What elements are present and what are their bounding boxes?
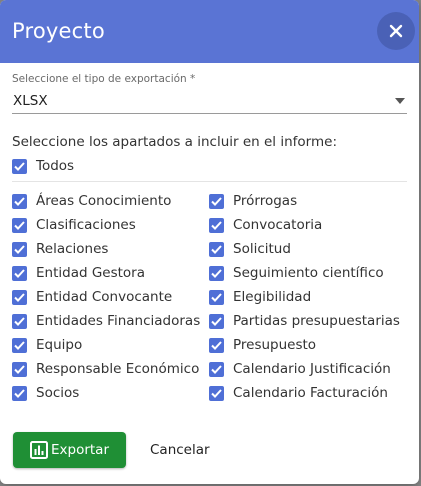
checkbox-label: Responsable Económico — [36, 361, 200, 377]
sections-column-left: Áreas Conocimiento Clasificaciones Relacio… — [12, 189, 209, 405]
dialog-footer: Exportar Cancelar — [13, 432, 210, 468]
checkbox-section[interactable]: Calendario Facturación — [209, 381, 400, 405]
checkbox-label: Seguimiento científico — [233, 265, 384, 281]
checkbox-section[interactable]: Responsable Económico — [12, 357, 209, 381]
checkbox-label: Convocatoria — [233, 217, 323, 233]
checkbox-checked-icon — [209, 361, 224, 377]
checkbox-label: Elegibilidad — [233, 289, 312, 305]
checkbox-label: Presupuesto — [233, 337, 317, 353]
checkbox-checked-icon — [12, 337, 27, 353]
checkbox-section[interactable]: Seguimiento científico — [209, 261, 400, 285]
checkbox-checked-icon — [12, 361, 27, 377]
checkbox-section[interactable]: Relaciones — [12, 237, 209, 261]
checkbox-section[interactable]: Entidad Gestora — [12, 261, 209, 285]
checkbox-section[interactable]: Partidas presupuestarias — [209, 309, 400, 333]
checkbox-section[interactable]: Áreas Conocimiento — [12, 189, 209, 213]
export-button-label: Exportar — [50, 442, 109, 458]
checkbox-checked-icon — [209, 337, 224, 353]
checkbox-section[interactable]: Clasificaciones — [12, 213, 209, 237]
checkbox-label: Calendario Facturación — [233, 385, 388, 401]
chart-icon — [29, 441, 48, 459]
checkbox-label: Entidad Convocante — [36, 289, 173, 305]
checkbox-checked-icon — [209, 313, 224, 329]
checkbox-section[interactable]: Calendario Justificación — [209, 357, 400, 381]
sections-column-right: Prórrogas Convocatoria Solicitud Seguimient… — [209, 189, 400, 405]
checkbox-todos[interactable]: Todos — [12, 154, 407, 178]
checkbox-label: Todos — [36, 158, 75, 174]
cancel-button[interactable]: Cancelar — [150, 442, 210, 458]
divider — [12, 181, 407, 182]
export-type-select[interactable]: XLSX — [12, 88, 407, 114]
checkbox-section[interactable]: Entidades Financiadoras — [12, 309, 209, 333]
checkbox-checked-icon — [12, 193, 27, 209]
checkbox-checked-icon — [12, 313, 27, 329]
checkbox-checked-icon — [209, 217, 224, 233]
dialog-title: Proyecto — [12, 19, 105, 43]
close-icon — [389, 24, 403, 38]
checkbox-checked-icon — [12, 265, 27, 281]
checkbox-checked-icon — [12, 241, 27, 257]
checkbox-label: Clasificaciones — [36, 217, 136, 233]
checkbox-checked-icon — [12, 385, 27, 401]
checkbox-checked-icon — [209, 193, 224, 209]
checkbox-label: Prórrogas — [233, 193, 298, 209]
checkbox-label: Calendario Justificación — [233, 361, 391, 377]
export-button[interactable]: Exportar — [13, 432, 126, 468]
checkbox-label: Áreas Conocimiento — [36, 193, 172, 209]
sections-grid: Áreas Conocimiento Clasificaciones Relacio… — [12, 189, 407, 405]
checkbox-checked-icon — [209, 289, 224, 305]
checkbox-label: Entidad Gestora — [36, 265, 146, 281]
checkbox-checked-icon — [209, 385, 224, 401]
sections-title: Seleccione los apartados a incluir en el… — [12, 134, 337, 150]
checkbox-checked-icon — [209, 241, 224, 257]
checkbox-label: Partidas presupuestarias — [233, 313, 400, 329]
checkbox-label: Solicitud — [233, 241, 291, 257]
dialog-body: Seleccione el tipo de exportación * XLSX… — [0, 73, 419, 405]
export-dialog: Proyecto Seleccione el tipo de exportaci… — [0, 0, 419, 484]
checkbox-checked-icon — [12, 289, 27, 305]
checkbox-section[interactable]: Presupuesto — [209, 333, 400, 357]
checkbox-section[interactable]: Prórrogas — [209, 189, 400, 213]
checkbox-checked-icon — [209, 265, 224, 281]
dropdown-arrow-icon — [395, 97, 405, 104]
checkbox-label: Entidades Financiadoras — [36, 313, 201, 329]
checkbox-label: Socios — [36, 385, 80, 401]
export-type-value: XLSX — [13, 92, 48, 109]
checkbox-section[interactable]: Elegibilidad — [209, 285, 400, 309]
checkbox-label: Equipo — [36, 337, 83, 353]
checkbox-section[interactable]: Entidad Convocante — [12, 285, 209, 309]
close-button[interactable] — [377, 12, 415, 50]
checkbox-label: Relaciones — [36, 241, 109, 257]
checkbox-section[interactable]: Solicitud — [209, 237, 400, 261]
checkbox-section[interactable]: Equipo — [12, 333, 209, 357]
checkbox-section[interactable]: Socios — [12, 381, 209, 405]
dialog-header: Proyecto — [0, 0, 419, 63]
checkbox-section[interactable]: Convocatoria — [209, 213, 400, 237]
export-type-label: Seleccione el tipo de exportación * — [12, 73, 196, 85]
checkbox-checked-icon — [12, 158, 27, 174]
checkbox-checked-icon — [12, 217, 27, 233]
